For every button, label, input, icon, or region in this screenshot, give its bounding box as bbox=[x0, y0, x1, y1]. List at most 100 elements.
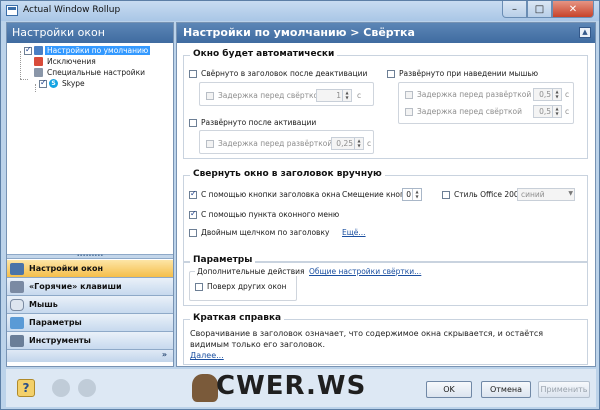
title-button-option[interactable]: С помощью кнопки заголовка окна bbox=[189, 189, 340, 199]
spinner-arrows-icon[interactable]: ▲ ▼ bbox=[354, 138, 363, 149]
roll-on-deactivate-label: Свёрнуто в заголовок после деактивации bbox=[201, 69, 368, 78]
nav-item-label: «Горячие» клавиши bbox=[29, 282, 122, 291]
nav-item-label: Инструменты bbox=[29, 336, 91, 345]
hover-unroll-delay-spinner[interactable]: 0,5 ▲ ▼ bbox=[533, 88, 562, 101]
tree-item-exclusions[interactable]: Исключения bbox=[34, 56, 98, 67]
hover-roll-delay-label: Задержка перед свёрткой bbox=[417, 107, 522, 116]
double-click-option[interactable]: Двойным щелчком по заголовку bbox=[189, 228, 329, 237]
spinner-arrows-icon[interactable]: ▲ ▼ bbox=[552, 89, 561, 100]
undo-icon[interactable] bbox=[52, 379, 70, 397]
menu-item-option[interactable]: С помощью пункта оконного меню bbox=[189, 209, 339, 219]
help-more-link[interactable]: Далее... bbox=[190, 351, 224, 360]
roll-delay-option[interactable]: Задержка перед свёрткой bbox=[206, 91, 323, 100]
hover-unroll-delay-label: Задержка перед развёрткой bbox=[417, 90, 532, 99]
roll-delay-spinner[interactable]: 1 ▲ ▼ bbox=[316, 89, 352, 102]
office-style-select[interactable]: синий ▼ bbox=[517, 188, 575, 201]
window-settings-icon bbox=[10, 262, 24, 275]
hover-roll-delay-option[interactable]: Задержка перед свёрткой bbox=[405, 107, 522, 116]
office-style-checkbox[interactable] bbox=[442, 190, 450, 199]
unit-label: с bbox=[357, 91, 362, 100]
auto-rollup-title: Окно будет автоматически bbox=[190, 49, 338, 59]
unroll-delay-label: Задержка перед развёрткой bbox=[218, 139, 333, 148]
tree-item-skype[interactable]: S Skype bbox=[39, 78, 87, 89]
special-settings-icon bbox=[34, 68, 43, 77]
tree-item-label: Настройки по умолчанию bbox=[45, 46, 151, 55]
unroll-on-activate-label: Развёрнуто после активации bbox=[201, 118, 317, 127]
spinner-arrows-icon[interactable]: ▲ ▼ bbox=[412, 189, 421, 200]
hover-unroll-delay-option[interactable]: Задержка перед развёрткой bbox=[405, 90, 531, 99]
spinner-arrows-icon[interactable]: ▲ ▼ bbox=[552, 106, 561, 117]
unroll-delay-option[interactable]: Задержка перед развёрткой bbox=[206, 139, 332, 148]
unroll-on-activate-option[interactable]: Развёрнуто после активации bbox=[189, 118, 316, 127]
minimize-icon: – bbox=[512, 3, 517, 15]
pane-splitter[interactable]: ••••••••• bbox=[7, 254, 173, 259]
tree-connector bbox=[20, 51, 21, 79]
watermark-logo-icon bbox=[192, 374, 218, 402]
tree-item-label: Исключения bbox=[47, 57, 96, 66]
tree-connector bbox=[35, 84, 36, 92]
general-settings-link[interactable]: Общие настройки свёртки... bbox=[309, 267, 421, 276]
title-bar[interactable]: Actual Window Rollup – □ ✕ bbox=[1, 1, 599, 21]
button-offset-value: 0 bbox=[406, 190, 411, 199]
left-pane-title: Настройки окон bbox=[7, 23, 173, 43]
button-offset-spinner[interactable]: 0 ▲ ▼ bbox=[402, 188, 422, 201]
mouse-icon bbox=[10, 298, 24, 311]
nav-item-mouse[interactable]: Мышь bbox=[7, 296, 173, 314]
office-style-label: Стиль Office 2007 bbox=[454, 190, 524, 199]
double-click-checkbox[interactable] bbox=[189, 228, 197, 237]
minimize-button[interactable]: – bbox=[502, 1, 527, 18]
tree-checkbox[interactable] bbox=[24, 45, 32, 55]
on-top-checkbox[interactable] bbox=[195, 282, 203, 291]
help-text-line2: видимым только его заголовок. bbox=[190, 340, 326, 349]
help-icon[interactable]: ? bbox=[17, 379, 35, 397]
collapse-icon: ▲ bbox=[582, 28, 588, 36]
maximize-button[interactable]: □ bbox=[527, 1, 552, 18]
office-style-option[interactable]: Стиль Office 2007 bbox=[442, 190, 523, 199]
settings-tree: Настройки по умолчанию Исключения Специа… bbox=[7, 43, 173, 253]
unroll-delay-spinner[interactable]: 0,25 ▲ ▼ bbox=[331, 137, 364, 150]
nav-item-hotkeys[interactable]: «Горячие» клавиши bbox=[7, 278, 173, 296]
unroll-delay-checkbox[interactable] bbox=[206, 139, 214, 148]
ok-button[interactable]: OK bbox=[426, 381, 472, 398]
redo-icon[interactable] bbox=[78, 379, 96, 397]
right-pane: Настройки по умолчанию > Свёртка ▲ Окно … bbox=[176, 22, 596, 367]
menu-item-checkbox[interactable] bbox=[189, 209, 197, 219]
hover-roll-delay-spinner[interactable]: 0,5 ▲ ▼ bbox=[533, 105, 562, 118]
unroll-on-hover-checkbox[interactable] bbox=[387, 69, 395, 78]
nav-item-window-settings[interactable]: Настройки окон bbox=[7, 260, 173, 278]
on-top-option[interactable]: Поверх других окон bbox=[195, 282, 286, 291]
nav-item-label: Настройки окон bbox=[29, 264, 104, 273]
apply-button[interactable]: Применить bbox=[538, 381, 590, 398]
hover-roll-delay-checkbox[interactable] bbox=[405, 107, 413, 116]
window-settings-icon bbox=[34, 46, 43, 55]
tree-item-default-settings[interactable]: Настройки по умолчанию bbox=[24, 45, 151, 56]
nav-item-tools[interactable]: Инструменты bbox=[7, 332, 173, 350]
title-button-checkbox[interactable] bbox=[189, 189, 197, 199]
cancel-button[interactable]: Отмена bbox=[481, 381, 531, 398]
spinner-arrows-icon[interactable]: ▲ ▼ bbox=[342, 90, 351, 101]
unroll-on-hover-label: Развёрнуто при наведении мышью bbox=[399, 69, 539, 78]
nav-item-label: Мышь bbox=[29, 300, 58, 309]
roll-delay-checkbox[interactable] bbox=[206, 91, 214, 100]
close-button[interactable]: ✕ bbox=[552, 1, 594, 18]
tools-icon bbox=[10, 334, 24, 347]
manual-rollup-title: Свернуть окно в заголовок вручную bbox=[190, 169, 385, 179]
roll-on-deactivate-checkbox[interactable] bbox=[189, 69, 197, 78]
roll-on-deactivate-option[interactable]: Свёрнуто в заголовок после деактивации bbox=[189, 69, 367, 78]
manual-more-link[interactable]: Ещё... bbox=[342, 228, 366, 237]
hover-roll-delay-value: 0,5 bbox=[539, 107, 551, 116]
tree-item-label: Специальные настройки bbox=[47, 68, 145, 77]
nav-more-button[interactable]: » bbox=[7, 350, 173, 362]
unroll-on-hover-option[interactable]: Развёрнуто при наведении мышью bbox=[387, 69, 538, 78]
exclusion-icon bbox=[34, 57, 43, 66]
tree-checkbox[interactable] bbox=[39, 78, 47, 88]
help-text-line1: Сворачивание в заголовок означает, что с… bbox=[190, 329, 544, 338]
tree-item-special-settings[interactable]: Специальные настройки bbox=[34, 67, 147, 78]
roll-delay-label: Задержка перед свёрткой bbox=[218, 91, 323, 100]
unroll-on-activate-checkbox[interactable] bbox=[189, 118, 197, 127]
collapse-button[interactable]: ▲ bbox=[579, 27, 591, 38]
chevron-down-icon: ▼ bbox=[568, 190, 573, 197]
hover-unroll-delay-checkbox[interactable] bbox=[405, 90, 413, 99]
section-header: Настройки по умолчанию > Свёртка ▲ bbox=[177, 23, 595, 43]
nav-item-parameters[interactable]: Параметры bbox=[7, 314, 173, 332]
